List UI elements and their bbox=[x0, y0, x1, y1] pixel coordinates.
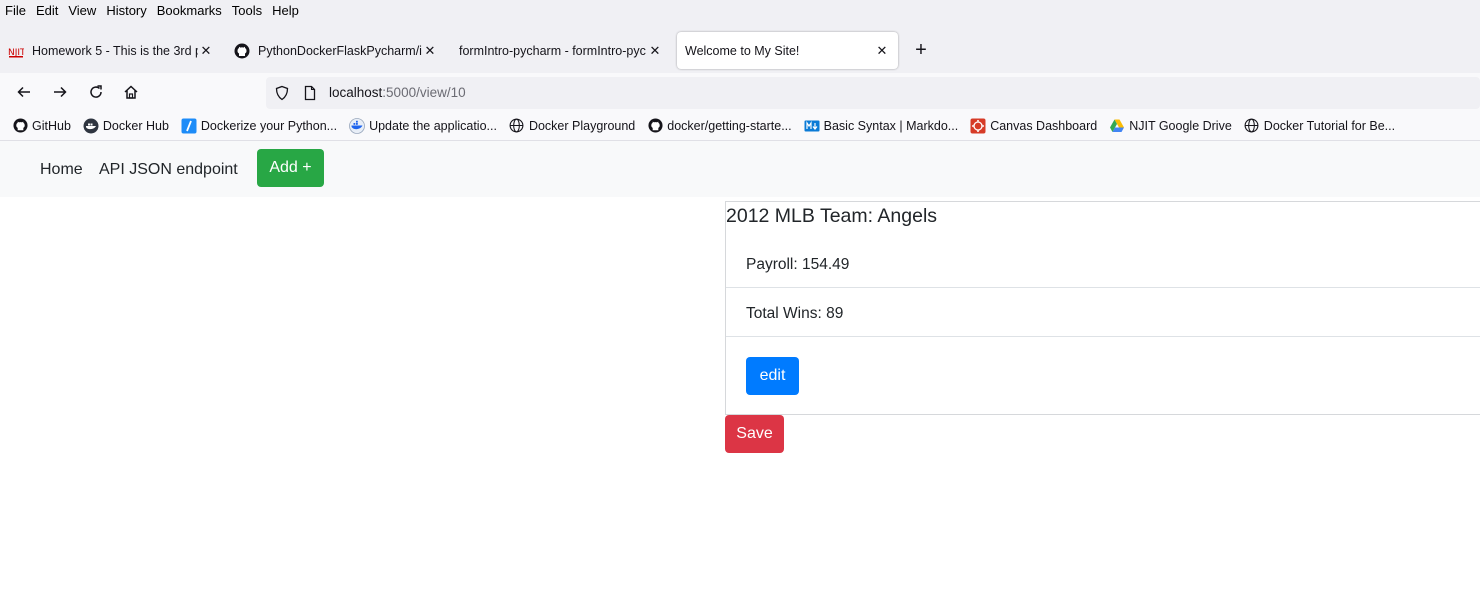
bookmark-dockerize[interactable]: Dockerize your Python... bbox=[181, 118, 337, 134]
close-icon[interactable]: ✕ bbox=[874, 43, 890, 59]
bookmark-label: GitHub bbox=[32, 118, 71, 133]
globe-icon bbox=[509, 118, 525, 134]
nav-home-link[interactable]: Home bbox=[40, 161, 83, 179]
bookmarks-toolbar: GitHub Docker Hub Dockerize your Python.… bbox=[0, 111, 1480, 141]
url-text: localhost:5000/view/10 bbox=[329, 85, 466, 100]
drive-icon bbox=[1109, 118, 1125, 134]
bookmark-docker-hub[interactable]: Docker Hub bbox=[83, 118, 169, 134]
bookmark-label: docker/getting-starte... bbox=[667, 118, 792, 133]
docker-whale-icon bbox=[349, 117, 365, 134]
url-host: localhost bbox=[329, 85, 383, 100]
bookmark-label: Dockerize your Python... bbox=[200, 118, 338, 133]
menu-help[interactable]: Help bbox=[267, 3, 304, 18]
markdown-icon bbox=[804, 118, 820, 134]
menu-view[interactable]: View bbox=[63, 3, 101, 18]
tab-title: PythonDockerFlaskPycharm/ini bbox=[258, 43, 422, 58]
bookmark-docker-playground[interactable]: Docker Playground bbox=[509, 118, 635, 134]
close-icon[interactable]: ✕ bbox=[198, 43, 214, 59]
team-card: 2012 MLB Team: Angels Payroll: 154.49 To… bbox=[725, 201, 1480, 415]
bookmark-label: Canvas Dashboard bbox=[990, 118, 1098, 133]
menu-file[interactable]: File bbox=[0, 3, 31, 18]
reload-icon[interactable] bbox=[86, 82, 106, 102]
back-arrow-icon[interactable] bbox=[14, 82, 34, 102]
bookmark-canvas[interactable]: Canvas Dashboard bbox=[970, 118, 1097, 134]
menu-edit[interactable]: Edit bbox=[31, 3, 63, 18]
page-info-icon[interactable] bbox=[302, 85, 318, 101]
site-navbar: Home API JSON endpoint Add + bbox=[0, 141, 1480, 197]
wins-text: Total Wins: 89 bbox=[746, 305, 844, 322]
payroll-row: Payroll: 154.49 bbox=[726, 238, 1480, 287]
save-button[interactable]: Save bbox=[725, 415, 784, 453]
tab-title: Homework 5 - This is the 3rd pa bbox=[32, 43, 198, 58]
bookmark-github[interactable]: GitHub bbox=[12, 118, 71, 134]
njit-icon: NJIT bbox=[8, 43, 24, 59]
edit-button[interactable]: edit bbox=[746, 357, 799, 395]
forward-arrow-icon[interactable] bbox=[50, 82, 70, 102]
menu-history[interactable]: History bbox=[101, 3, 151, 18]
menu-bar: File Edit View History Bookmarks Tools H… bbox=[0, 0, 1480, 20]
bookmark-docker-tutorial[interactable]: Docker Tutorial for Be... bbox=[1244, 118, 1395, 134]
bookmark-getting-started[interactable]: docker/getting-starte... bbox=[647, 118, 792, 134]
tab-welcome-active[interactable]: Welcome to My Site! ✕ bbox=[677, 32, 898, 69]
navigation-toolbar: localhost:5000/view/10 bbox=[0, 73, 1480, 111]
tab-title: Welcome to My Site! bbox=[685, 43, 800, 58]
bookmark-markdown[interactable]: Basic Syntax | Markdo... bbox=[804, 118, 959, 134]
card-title: 2012 MLB Team: Angels bbox=[726, 205, 938, 227]
edit-row: edit bbox=[726, 336, 1480, 415]
menu-tools[interactable]: Tools bbox=[227, 3, 267, 18]
tab-title: formIntro-pycharm - formIntro-pyc bbox=[459, 43, 646, 58]
bookmark-label: Update the applicatio... bbox=[369, 118, 497, 133]
home-icon[interactable] bbox=[121, 82, 141, 102]
bookmark-label: Docker Hub bbox=[102, 118, 169, 133]
bookmark-label: Basic Syntax | Markdo... bbox=[823, 118, 959, 133]
bookmark-label: Docker Playground bbox=[528, 118, 636, 133]
tab-homework[interactable]: NJIT Homework 5 - This is the 3rd pa ✕ bbox=[8, 32, 214, 69]
bookmark-label: NJIT Google Drive bbox=[1129, 118, 1232, 133]
tab-strip: NJIT Homework 5 - This is the 3rd pa ✕ P… bbox=[0, 20, 1480, 73]
bookmark-update-app[interactable]: Update the applicatio... bbox=[349, 117, 497, 134]
tracking-shield-icon[interactable] bbox=[274, 85, 290, 101]
nav-api-json-link[interactable]: API JSON endpoint bbox=[99, 161, 238, 179]
canvas-icon bbox=[970, 118, 986, 134]
tab-formintro[interactable]: formIntro-pycharm - formIntro-pyc ✕ bbox=[459, 32, 663, 69]
add-button[interactable]: Add + bbox=[257, 149, 324, 187]
tab-github-repo[interactable]: PythonDockerFlaskPycharm/ini ✕ bbox=[234, 32, 438, 69]
close-icon[interactable]: ✕ bbox=[422, 43, 438, 59]
globe-icon bbox=[1244, 118, 1260, 134]
github-icon bbox=[647, 118, 663, 134]
slash-icon bbox=[181, 118, 197, 134]
new-tab-plus-icon[interactable]: + bbox=[912, 40, 930, 60]
menu-bookmarks[interactable]: Bookmarks bbox=[152, 3, 227, 18]
address-bar[interactable]: localhost:5000/view/10 bbox=[266, 77, 1480, 109]
url-path: :5000/view/10 bbox=[382, 85, 466, 100]
close-icon[interactable]: ✕ bbox=[647, 43, 663, 59]
wins-row: Total Wins: 89 bbox=[726, 287, 1480, 336]
docker-icon bbox=[83, 118, 99, 134]
bookmark-njit-drive[interactable]: NJIT Google Drive bbox=[1109, 118, 1232, 134]
payroll-text: Payroll: 154.49 bbox=[746, 256, 850, 273]
bookmark-label: Docker Tutorial for Be... bbox=[1263, 118, 1396, 133]
github-icon bbox=[12, 118, 28, 134]
github-icon bbox=[234, 43, 250, 59]
